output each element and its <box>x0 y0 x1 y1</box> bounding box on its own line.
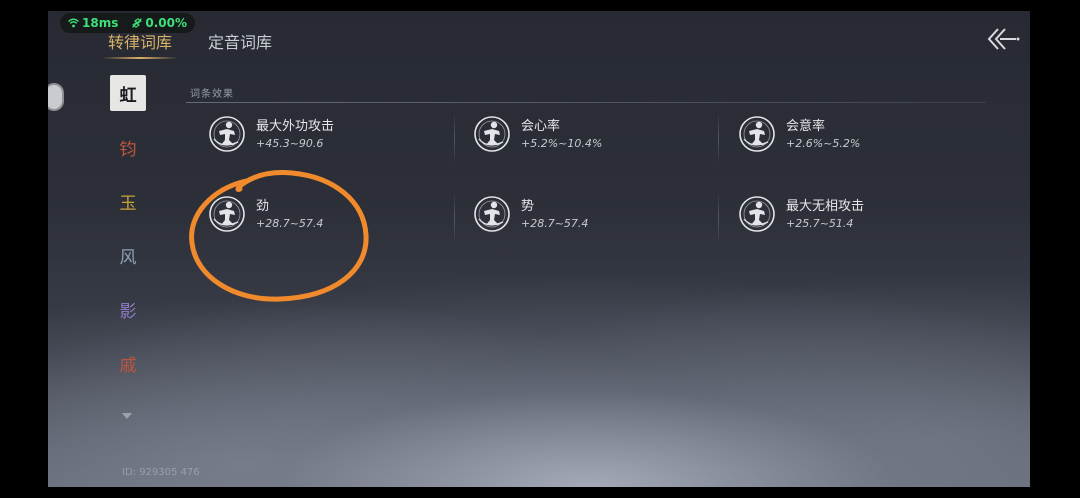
sidebar-item-feng[interactable]: 风 <box>110 237 146 273</box>
effect-name: 劲 <box>256 199 270 214</box>
tab-tuning-library[interactable]: 定音词库 <box>208 29 272 59</box>
sidebar-item-ying[interactable]: 影 <box>110 291 146 327</box>
warrior-emblem-icon <box>209 116 245 152</box>
effect-name: 势 <box>521 199 535 214</box>
sidebar-item-label: 戚 <box>119 355 137 376</box>
sidebar-item-yu[interactable]: 玉 <box>110 183 146 219</box>
warrior-emblem-icon <box>739 196 775 232</box>
sidebar-item-hong[interactable]: 虹 <box>110 75 146 111</box>
effect-card[interactable]: 势 +28.7~57.4 <box>453 191 703 245</box>
effect-range: +25.7~51.4 <box>786 217 854 230</box>
effect-card[interactable]: 会心率 +5.2%~10.4% <box>453 111 703 165</box>
tab-bar: 转律词库 定音词库 <box>101 29 272 59</box>
effect-card[interactable]: 最大无相攻击 +25.7~51.4 <box>718 191 968 245</box>
packet-loss-icon <box>132 18 143 28</box>
sidebar-item-label: 钧 <box>119 139 137 160</box>
chevron-down-icon[interactable] <box>122 413 132 419</box>
effect-name: 最大外功攻击 <box>256 119 335 134</box>
sidebar-item-label: 虹 <box>119 85 137 106</box>
effect-range: +5.2%~10.4% <box>521 137 603 150</box>
loss-value: 0.00% <box>145 16 187 30</box>
player-id-text: ID: 929305 476 <box>122 467 200 478</box>
section-divider <box>186 102 986 103</box>
warrior-emblem-icon <box>739 116 775 152</box>
back-arrow-icon[interactable] <box>986 26 1026 52</box>
ping-group: 18ms <box>68 16 118 30</box>
game-screen: 18ms 0.00% 转律词库 定音词库 虹 钧 玉 风 影 戚 ID: 929… <box>48 11 1030 487</box>
side-handle[interactable] <box>48 83 64 111</box>
effect-range: +28.7~57.4 <box>521 217 589 230</box>
effect-range: +28.7~57.4 <box>256 217 324 230</box>
warrior-emblem-icon <box>474 116 510 152</box>
warrior-emblem-icon <box>209 196 245 232</box>
wifi-icon <box>68 18 79 28</box>
section-title: 词条效果 <box>190 89 234 100</box>
tab-transfer-library[interactable]: 转律词库 <box>101 29 179 59</box>
sidebar-item-label: 影 <box>119 301 137 322</box>
sidebar-item-label: 玉 <box>119 193 137 214</box>
effect-name: 会心率 <box>521 119 561 134</box>
effect-card[interactable]: 劲 +28.7~57.4 <box>188 191 438 245</box>
sidebar-item-label: 风 <box>119 247 137 268</box>
effect-card[interactable]: 最大外功攻击 +45.3~90.6 <box>188 111 438 165</box>
effect-range: +45.3~90.6 <box>256 137 324 150</box>
warrior-emblem-icon <box>474 196 510 232</box>
effect-range: +2.6%~5.2% <box>786 137 861 150</box>
effect-name: 会意率 <box>786 119 826 134</box>
loss-group: 0.00% <box>132 16 187 30</box>
effect-name: 最大无相攻击 <box>786 199 865 214</box>
sidebar-item-jun[interactable]: 钧 <box>110 129 146 165</box>
sidebar-item-qi[interactable]: 戚 <box>110 345 146 381</box>
effect-card[interactable]: 会意率 +2.6%~5.2% <box>718 111 968 165</box>
ping-value: 18ms <box>82 16 119 30</box>
